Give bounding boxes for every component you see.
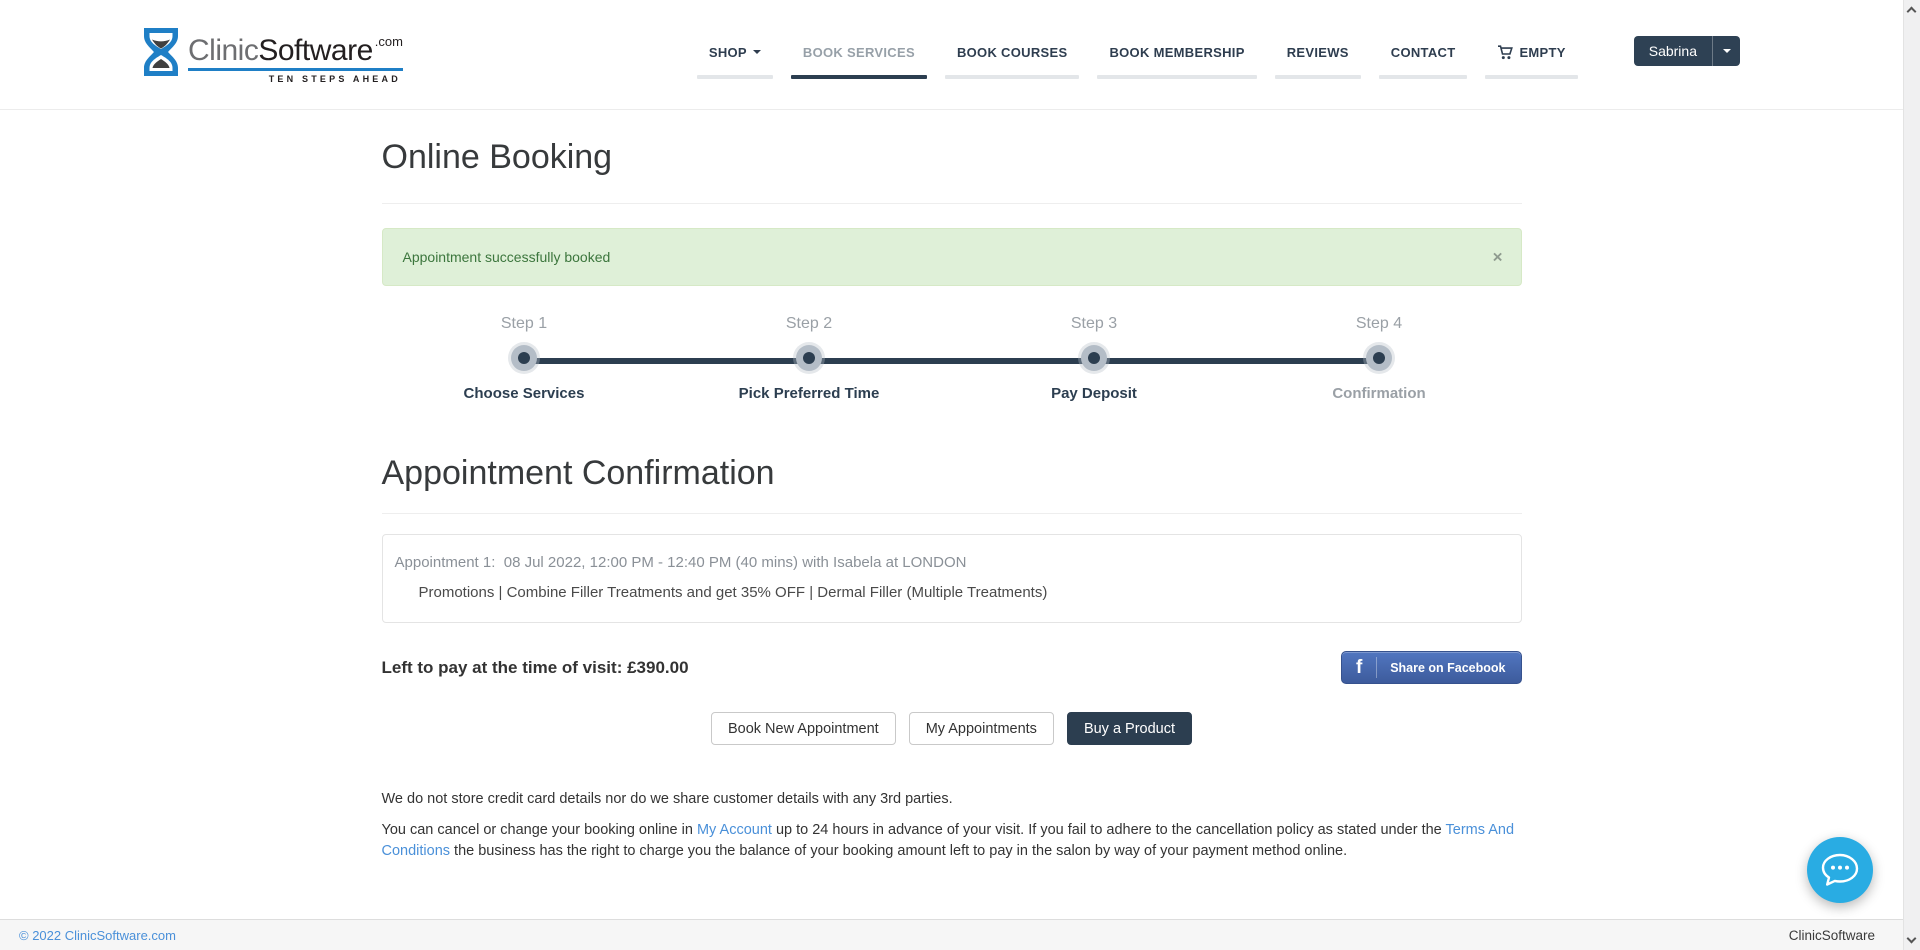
page-title: Online Booking [382, 138, 1522, 204]
user-menu-caret-button[interactable] [1712, 36, 1740, 66]
nav-underline [1097, 75, 1256, 79]
share-facebook-button[interactable]: f Share on Facebook [1341, 651, 1521, 684]
cancellation-text-2: up to 24 hours in advance of your visit.… [772, 822, 1446, 838]
step-2: Step 2 Pick Preferred Time [667, 314, 952, 402]
header: ClinicSoftware.com TEN STEPS AHEAD SHOP … [0, 0, 1903, 110]
main-nav: SHOP BOOK SERVICES BOOK COURSES BOOK MEM… [697, 45, 1578, 79]
my-account-link[interactable]: My Account [697, 822, 772, 838]
step-number: Step 1 [382, 314, 667, 333]
nav-label-book-services: BOOK SERVICES [791, 45, 927, 60]
nav-item-book-membership[interactable]: BOOK MEMBERSHIP [1097, 45, 1256, 79]
logo-text: ClinicSoftware.com TEN STEPS AHEAD [188, 26, 403, 84]
step-dot [1081, 345, 1107, 371]
logo-word-clinic: Clinic [188, 34, 258, 67]
user-name[interactable]: Sabrina [1634, 36, 1712, 66]
buy-product-button[interactable]: Buy a Product [1067, 712, 1192, 745]
scroll-down-arrow-icon[interactable] [1907, 934, 1917, 944]
step-label: Pick Preferred Time [667, 385, 952, 402]
appointment-service: Promotions | Combine Filler Treatments a… [395, 584, 1509, 601]
page: ClinicSoftware.com TEN STEPS AHEAD SHOP … [0, 0, 1920, 950]
main-content: Online Booking Appointment successfully … [0, 138, 1903, 862]
facebook-icon: f [1342, 657, 1376, 679]
success-alert: Appointment successfully booked × [382, 228, 1522, 286]
cancellation-text-3: the business has the right to charge you… [450, 843, 1347, 859]
user-menu-button[interactable]: Sabrina [1634, 36, 1740, 66]
step-dot [511, 345, 537, 371]
footer: © 2022 ClinicSoftware.com ClinicSoftware [0, 919, 1903, 950]
step-number: Step 4 [1237, 314, 1522, 333]
nav-text-cart-empty: EMPTY [1519, 45, 1565, 60]
step-dot [1366, 345, 1392, 371]
nav-text-shop: SHOP [709, 45, 747, 60]
nav-text-book-services: BOOK SERVICES [803, 45, 915, 60]
scroll-up-arrow-icon[interactable] [1907, 7, 1917, 17]
step-label: Confirmation [1237, 385, 1522, 402]
nav-underline [1485, 75, 1577, 79]
nav-text-reviews: REVIEWS [1287, 45, 1349, 60]
page-area: ClinicSoftware.com TEN STEPS AHEAD SHOP … [0, 0, 1903, 862]
step-label: Pay Deposit [952, 385, 1237, 402]
step-label: Choose Services [382, 385, 667, 402]
nav-label-cart: EMPTY [1485, 45, 1577, 60]
nav-item-contact[interactable]: CONTACT [1379, 45, 1468, 79]
alert-message: Appointment successfully booked [403, 249, 611, 265]
step-dot [796, 345, 822, 371]
nav-underline [697, 75, 773, 79]
logo-tagline: TEN STEPS AHEAD [188, 74, 403, 84]
share-facebook-label: Share on Facebook [1390, 661, 1505, 675]
nav-label-contact: CONTACT [1379, 45, 1468, 60]
step-4: Step 4 Confirmation [1237, 314, 1522, 402]
nav-item-cart-empty[interactable]: EMPTY [1485, 45, 1577, 79]
appointment-summary: Appointment 1: 08 Jul 2022, 12:00 PM - 1… [395, 554, 1509, 571]
nav-item-book-services[interactable]: BOOK SERVICES [791, 45, 927, 79]
step-number: Step 2 [667, 314, 952, 333]
left-to-pay-amount: Left to pay at the time of visit: £390.0… [382, 658, 689, 678]
logo-word-software: Software [258, 34, 372, 67]
book-new-appointment-button[interactable]: Book New Appointment [711, 712, 896, 745]
payment-row: Left to pay at the time of visit: £390.0… [382, 651, 1522, 684]
nav-text-contact: CONTACT [1391, 45, 1456, 60]
logo-wordmark: ClinicSoftware.com [188, 26, 403, 67]
alert-close-button[interactable]: × [1493, 249, 1503, 266]
chevron-down-icon [753, 50, 761, 54]
privacy-note: We do not store credit card details nor … [382, 789, 1522, 810]
nav-label-reviews: REVIEWS [1275, 45, 1361, 60]
nav-underline [1379, 75, 1468, 79]
nav-label-book-courses: BOOK COURSES [945, 45, 1080, 60]
nav-item-reviews[interactable]: REVIEWS [1275, 45, 1361, 79]
facebook-divider [1376, 657, 1377, 678]
chevron-down-icon [1723, 49, 1731, 53]
logo-tld: .com [375, 34, 403, 49]
chat-bubble-icon [1821, 853, 1859, 887]
nav-underline-active [791, 75, 927, 79]
footer-brand: ClinicSoftware [1789, 928, 1875, 943]
step-number: Step 3 [952, 314, 1237, 333]
action-buttons: Book New Appointment My Appointments Buy… [382, 712, 1522, 745]
nav-label-shop: SHOP [697, 45, 773, 60]
step-1: Step 1 Choose Services [382, 314, 667, 402]
nav-text-book-membership: BOOK MEMBERSHIP [1109, 45, 1244, 60]
nav-text-book-courses: BOOK COURSES [957, 45, 1068, 60]
brand-logo[interactable]: ClinicSoftware.com TEN STEPS AHEAD [140, 26, 403, 84]
appointment-details-box: Appointment 1: 08 Jul 2022, 12:00 PM - 1… [382, 534, 1522, 623]
cancellation-text-1: You can cancel or change your booking on… [382, 822, 697, 838]
cancellation-note: You can cancel or change your booking on… [382, 820, 1522, 862]
nav-underline [1275, 75, 1361, 79]
cart-icon [1497, 45, 1513, 60]
footer-copyright-link[interactable]: © 2022 ClinicSoftware.com [19, 928, 176, 943]
nav-item-book-courses[interactable]: BOOK COURSES [945, 45, 1080, 79]
nav-item-shop[interactable]: SHOP [697, 45, 773, 79]
progress-steps: Step 1 Choose Services Step 2 Pick Prefe… [382, 314, 1522, 402]
my-appointments-button[interactable]: My Appointments [909, 712, 1054, 745]
hourglass-logo-icon [140, 26, 182, 78]
chat-button[interactable] [1807, 837, 1873, 903]
nav-underline [945, 75, 1080, 79]
step-3: Step 3 Pay Deposit [952, 314, 1237, 402]
confirmation-title: Appointment Confirmation [382, 454, 1522, 514]
nav-label-book-membership: BOOK MEMBERSHIP [1097, 45, 1256, 60]
logo-underline [188, 68, 403, 71]
scrollbar[interactable] [1903, 0, 1920, 950]
